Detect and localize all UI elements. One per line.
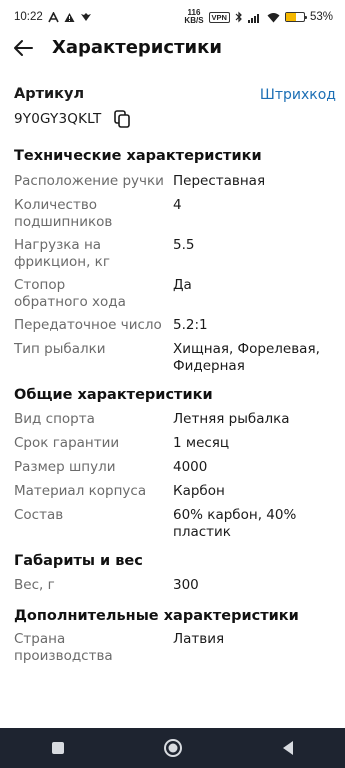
- prop-value: Да: [173, 277, 192, 293]
- prop-value: Латвия: [173, 631, 225, 647]
- recent-apps-icon[interactable]: [43, 733, 73, 763]
- battery-percent: 53%: [309, 11, 333, 23]
- article-value: 9Y0GY3QKLT: [14, 111, 102, 127]
- prop-name: Размер шпули: [14, 459, 116, 475]
- prop-value: Хищная, Форелевая, Фидерная: [173, 341, 320, 374]
- back-triangle-icon[interactable]: [273, 733, 303, 763]
- battery-icon: [284, 12, 307, 22]
- status-time: 10:22: [14, 11, 43, 23]
- battery-fill: [285, 13, 296, 21]
- vpn-badge: VPN: [208, 11, 230, 23]
- bluetooth-icon: [235, 11, 243, 23]
- screen: 10:22 116 KB/S VPN 53% Характеристики Ар…: [0, 0, 345, 768]
- prop-name: Вид спорта: [14, 411, 95, 427]
- network-speed-unit: KB/S: [184, 16, 204, 25]
- prop-name: Страна производства: [14, 631, 113, 664]
- prop-name: Нагрузка на фрикцион, кг: [14, 237, 110, 270]
- page-title: Характеристики: [52, 37, 222, 58]
- article-block: Артикул Штрихкод 9Y0GY3QKLT: [14, 78, 336, 130]
- prop-value: Летняя рыбалка: [173, 411, 290, 427]
- section-title-dimensions: Габариты и вес: [14, 553, 143, 569]
- prop-name: Передаточное число: [14, 317, 162, 333]
- arrow-left-icon[interactable]: [12, 37, 34, 59]
- prop-name: Состав: [14, 507, 64, 523]
- prop-value: Переставная: [173, 173, 266, 189]
- status-bar-right: 116 KB/S VPN 53%: [184, 9, 333, 25]
- status-bar-left: 10:22: [14, 10, 92, 23]
- prop-name: Тип рыбалки: [14, 341, 106, 357]
- prop-name: Вес, г: [14, 577, 55, 593]
- network-speed: 116 KB/S: [184, 9, 203, 25]
- a-notification-icon: [48, 10, 59, 23]
- prop-value: 4000: [173, 459, 208, 475]
- section-title-technical: Технические характеристики: [14, 148, 262, 164]
- prop-name: Количество подшипников: [14, 197, 113, 230]
- warning-icon: [64, 12, 75, 23]
- prop-name: Стопор обратного хода: [14, 277, 126, 310]
- characteristics-content: Артикул Штрихкод 9Y0GY3QKLT Технические …: [14, 78, 336, 664]
- wifi-icon: [267, 12, 280, 23]
- signal-icon: [247, 12, 262, 23]
- system-nav-bar: [0, 728, 345, 768]
- home-icon[interactable]: [158, 733, 188, 763]
- prop-value: 5.5: [173, 237, 195, 253]
- section-title-additional: Дополнительные характеристики: [14, 608, 299, 624]
- prop-name: Срок гарантии: [14, 435, 120, 451]
- status-bar: 10:22 116 KB/S VPN 53%: [0, 0, 345, 34]
- prop-value: 5.2:1: [173, 317, 208, 333]
- article-label: Артикул: [14, 86, 85, 102]
- prop-value: Карбон: [173, 483, 225, 499]
- prop-value: 1 месяц: [173, 435, 230, 451]
- section-title-general: Общие характеристики: [14, 387, 213, 403]
- prop-value: 60% карбон, 40% пластик: [173, 507, 297, 540]
- prop-name: Материал корпуса: [14, 483, 147, 499]
- copy-icon[interactable]: [114, 110, 130, 128]
- barcode-link[interactable]: Штрихкод: [260, 87, 336, 103]
- prop-value: 4: [173, 197, 182, 213]
- prop-value: 300: [173, 577, 199, 593]
- game-controller-icon: [80, 12, 92, 23]
- prop-name: Расположение ручки: [14, 173, 164, 189]
- app-bar: Характеристики: [0, 34, 345, 64]
